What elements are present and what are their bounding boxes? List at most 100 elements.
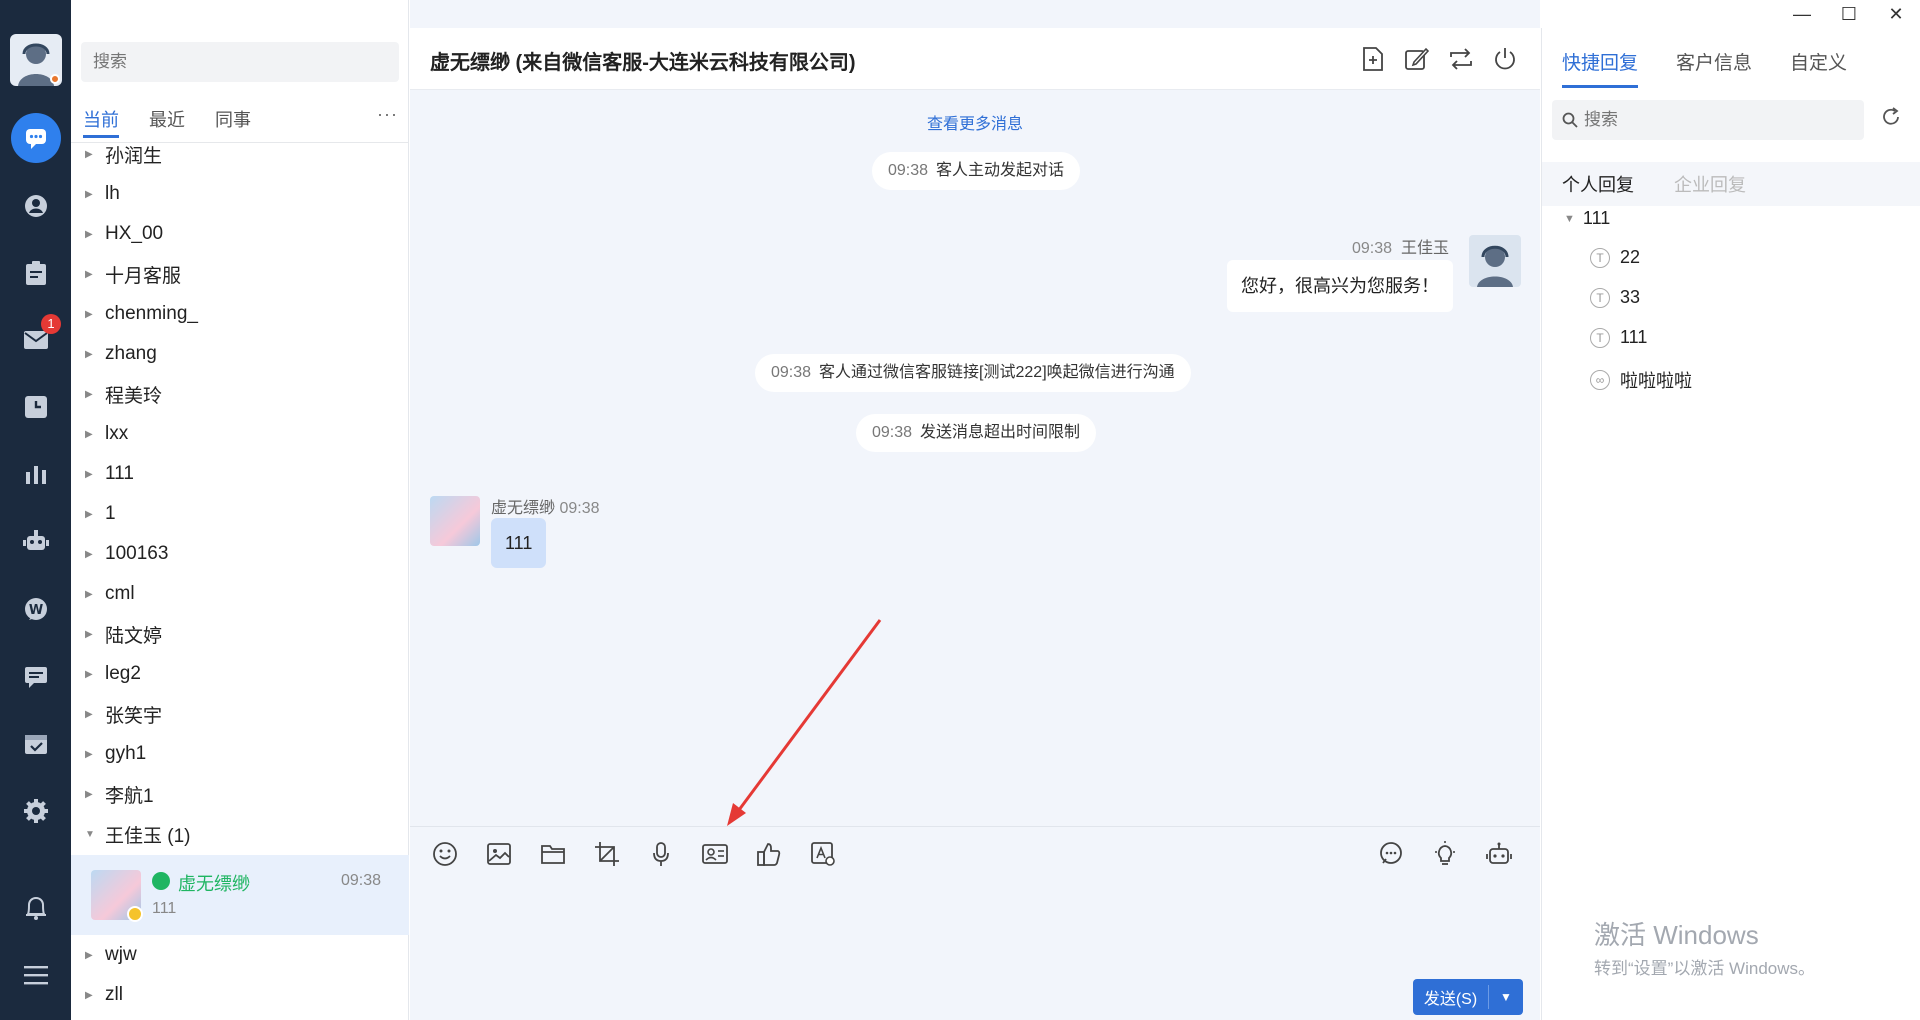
nav-menu[interactable] — [13, 952, 59, 998]
windows-activation-watermark: 激活 Windows 转到“设置”以激活 Windows。 — [1594, 915, 1815, 979]
caret-down-icon: ▼ — [1564, 212, 1575, 225]
reply-type-tabs: 个人回复 企业回复 — [1542, 162, 1920, 206]
tab-custom[interactable]: 自定义 — [1790, 48, 1847, 88]
contact-search-input[interactable] — [81, 42, 399, 82]
robot-icon — [23, 530, 49, 550]
caret-right-icon: ▶ — [85, 788, 93, 800]
tab-customer-info[interactable]: 客户信息 — [1676, 48, 1752, 88]
close-button[interactable]: ✕ — [1884, 2, 1908, 26]
group-row[interactable]: ▶ wjw — [71, 935, 409, 975]
refresh-button[interactable] — [1880, 106, 1902, 133]
reply-item[interactable]: T 111 — [1590, 327, 1647, 348]
group-row[interactable]: ▶ leg2 — [71, 654, 409, 694]
active-chat-item[interactable]: 虚无缥缈 09:38 111 — [71, 855, 409, 935]
group-name: wjw — [105, 944, 137, 965]
group-row[interactable]: ▶ 1 — [71, 494, 409, 534]
group-row[interactable]: ▶ lh — [71, 174, 409, 214]
group-name: chenming_ — [105, 303, 198, 324]
group-row[interactable]: ▶ gyh1 — [71, 734, 409, 774]
refresh-icon — [1883, 107, 1899, 125]
chat-title: 虚无缥缈 (来自微信客服-大连米云科技有限公司) — [430, 52, 856, 74]
tab-enterprise-replies[interactable]: 企业回复 — [1674, 171, 1746, 197]
group-name: leg2 — [105, 663, 141, 684]
nav-calendar[interactable] — [13, 721, 59, 767]
transfer-button[interactable] — [1446, 44, 1476, 74]
file-button[interactable] — [538, 839, 568, 869]
edit-button[interactable] — [1402, 44, 1432, 74]
nav-notifications[interactable] — [13, 885, 59, 931]
group-row[interactable]: ▶ cml — [71, 574, 409, 614]
group-row[interactable]: ▶ 100163 — [71, 534, 409, 574]
voice-button[interactable] — [646, 839, 676, 869]
reply-item[interactable]: T 22 — [1590, 247, 1640, 268]
tab-personal-replies[interactable]: 个人回复 — [1562, 171, 1634, 197]
edit-icon — [1405, 47, 1430, 70]
group-name: 1 — [105, 503, 116, 524]
group-name: lh — [105, 183, 120, 204]
emoji-button[interactable] — [430, 839, 460, 869]
group-name: HX_00 — [105, 223, 164, 244]
reply-item[interactable]: T 33 — [1590, 287, 1640, 308]
group-name: lxx — [105, 423, 129, 444]
more-options-button[interactable]: ··· — [377, 104, 398, 125]
group-row[interactable]: ▶ 程美玲 — [71, 374, 409, 414]
nav-history[interactable] — [13, 384, 59, 430]
send-button[interactable]: 发送(S) ▼ — [1413, 979, 1523, 1015]
form-button[interactable] — [808, 839, 838, 869]
chat-preview: 111 — [152, 900, 177, 917]
group-row[interactable]: ▶ HX_00 — [71, 214, 409, 254]
business-card-button[interactable] — [700, 839, 730, 869]
group-row-expanded[interactable]: ▼ 王佳玉 (1) — [71, 814, 409, 854]
reply-item[interactable]: ∞ 啦啦啦啦 — [1590, 367, 1692, 393]
caret-right-icon: ▶ — [85, 708, 93, 720]
nav-settings[interactable] — [13, 788, 59, 834]
group-row[interactable]: ▶ 十月客服 — [71, 254, 409, 294]
group-row[interactable]: ▶ chenming_ — [71, 294, 409, 334]
group-row[interactable]: ▶ 孙润生 — [71, 134, 409, 174]
nav-stats[interactable] — [13, 451, 59, 497]
image-icon — [487, 843, 511, 865]
group-row[interactable]: ▶ 111 — [71, 454, 409, 494]
user-avatar[interactable] — [10, 34, 62, 86]
send-options-dropdown[interactable]: ▼ — [1489, 990, 1523, 1004]
group-row[interactable]: ▶ zll — [71, 975, 409, 1015]
group-name: 陆文婷 — [105, 625, 163, 647]
end-chat-button[interactable] — [1490, 44, 1520, 74]
view-more-messages-link[interactable]: 查看更多消息 — [410, 110, 1540, 134]
nav-tasks[interactable] — [13, 250, 59, 296]
robot-icon — [1486, 842, 1512, 864]
reply-item-label: 33 — [1620, 287, 1641, 307]
nav-weibo[interactable]: W — [13, 587, 59, 633]
reply-group[interactable]: ▼ 111 — [1564, 208, 1610, 229]
quick-reply-search-input[interactable] — [1552, 100, 1864, 140]
group-name: 张笑宇 — [105, 705, 163, 727]
new-ticket-button[interactable] — [1358, 44, 1388, 74]
group-row[interactable]: ▶ 张笑宇 — [71, 694, 409, 734]
reply-item-label: 啦啦啦啦 — [1620, 371, 1692, 391]
screenshot-button[interactable] — [592, 839, 622, 869]
evaluation-button[interactable] — [754, 839, 784, 869]
bot-assist-button[interactable] — [1484, 839, 1514, 869]
tab-quick-reply[interactable]: 快捷回复 — [1562, 48, 1639, 88]
bell-icon — [26, 896, 46, 920]
nav-robot[interactable] — [13, 518, 59, 564]
group-row[interactable]: ▶ 陆文婷 — [71, 614, 409, 654]
image-button[interactable] — [484, 839, 514, 869]
group-row[interactable]: ▶ 李航1 — [71, 774, 409, 814]
nav-message[interactable] — [13, 654, 59, 700]
system-message-text: 发送消息超出时间限制 — [920, 424, 1081, 441]
suggestion-button[interactable] — [1430, 839, 1460, 869]
minimize-button[interactable]: — — [1790, 2, 1814, 26]
group-name: 孙润生 — [105, 145, 163, 167]
caret-right-icon: ▶ — [85, 308, 93, 320]
settings-icon — [24, 799, 48, 823]
quick-phrase-button[interactable] — [1376, 839, 1406, 869]
message-time: 09:38 — [1352, 240, 1393, 257]
status-dot — [50, 74, 60, 84]
nav-chat[interactable] — [11, 113, 61, 163]
maximize-button[interactable]: ☐ — [1837, 2, 1861, 26]
group-row[interactable]: ▶ lxx — [71, 414, 409, 454]
group-row[interactable]: ▶ zhang — [71, 334, 409, 374]
customer-avatar — [91, 870, 143, 922]
nav-contacts[interactable] — [13, 183, 59, 229]
